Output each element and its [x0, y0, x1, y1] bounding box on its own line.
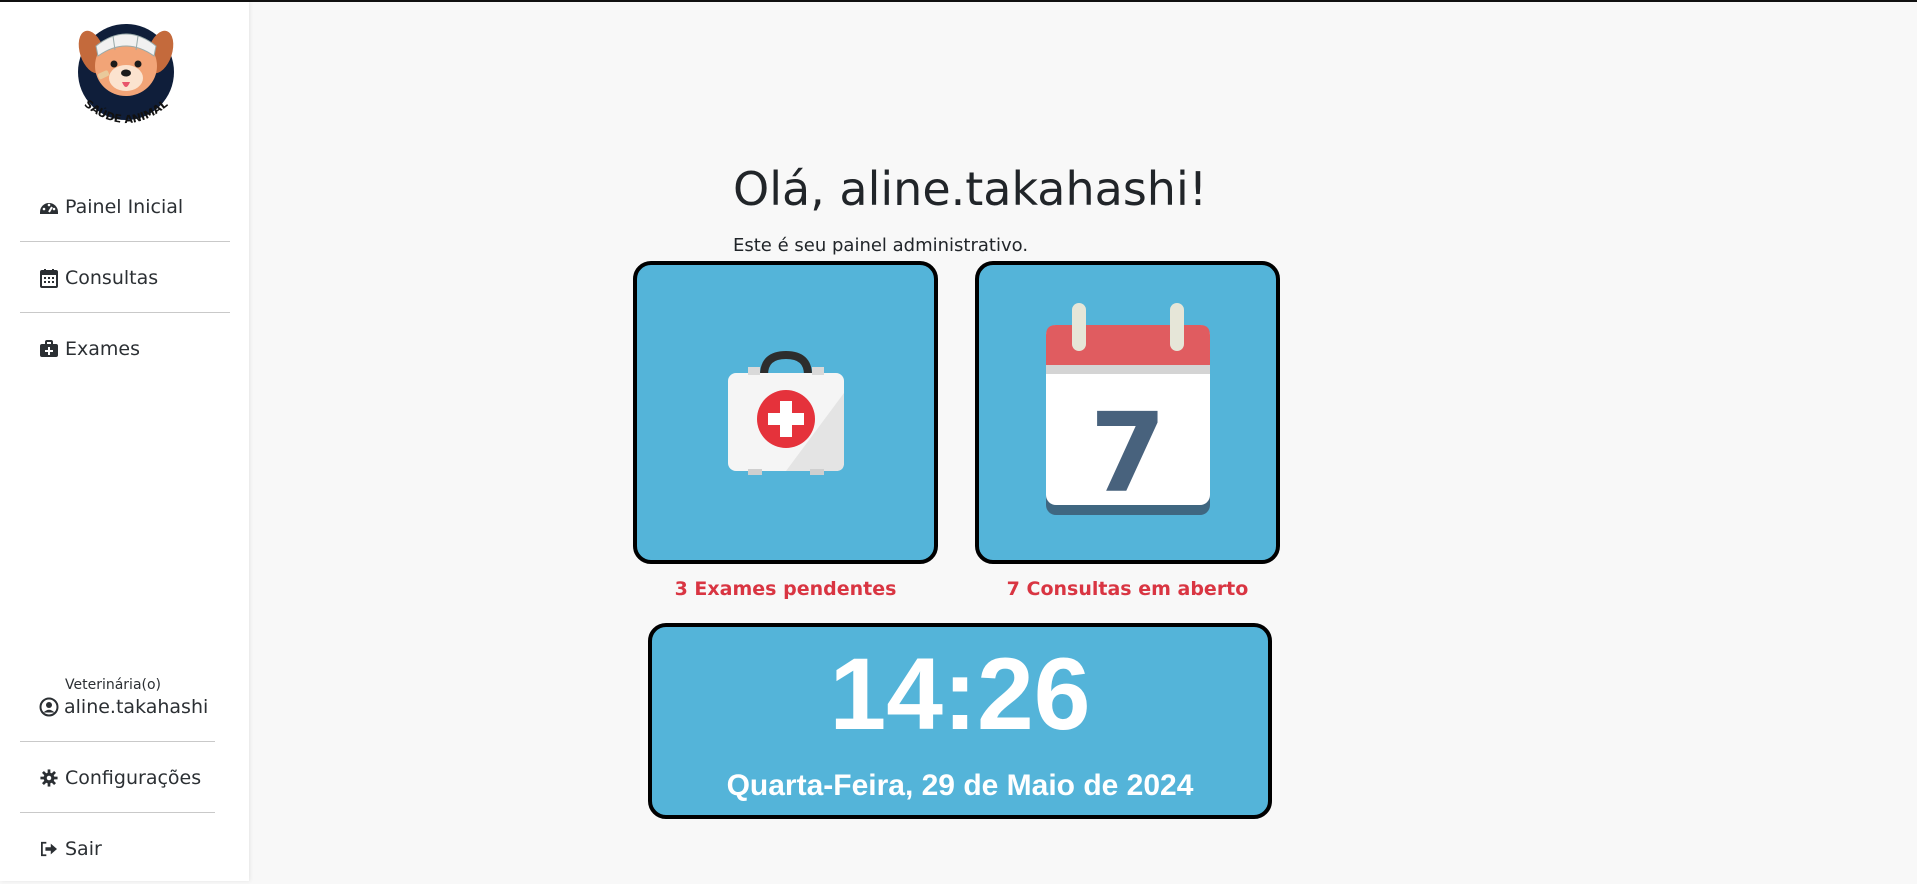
sidebar-item-label: Configurações	[65, 767, 202, 789]
divider	[20, 241, 230, 242]
divider	[20, 741, 215, 742]
clock-time: 14:26	[829, 637, 1091, 751]
user-circle-icon	[39, 697, 59, 717]
exames-card-label[interactable]: 3 Exames pendentes	[633, 578, 938, 600]
sidebar-item-label: Sair	[65, 838, 102, 860]
page-title: Olá, aline.takahashi!	[733, 162, 1208, 216]
dog-logo-icon: SAÚDE ANIMAL	[78, 24, 174, 126]
consultas-card-label[interactable]: 7 Consultas em aberto	[975, 578, 1280, 600]
dashboard-icon	[39, 197, 59, 217]
sidebar-item-label: Painel Inicial	[65, 196, 184, 218]
logo[interactable]: SAÚDE ANIMAL	[68, 12, 184, 138]
calendar-icon	[39, 268, 59, 288]
top-border	[0, 0, 1917, 2]
sign-out-icon	[39, 839, 59, 859]
divider	[20, 812, 215, 813]
sidebar-item-label: Exames	[65, 338, 140, 360]
calendar-day-number: 7	[1089, 389, 1166, 517]
clock-date: Quarta-Feira, 29 de Maio de 2024	[726, 769, 1194, 802]
sidebar: SAÚDE ANIMAL Painel Inicial Consultas Ex…	[0, 2, 249, 881]
exames-card[interactable]	[633, 261, 938, 564]
medkit-icon	[39, 339, 59, 359]
sidebar-item-painel-inicial[interactable]: Painel Inicial	[20, 172, 230, 242]
calendar-7-icon: 7	[1045, 302, 1210, 517]
sidebar-item-configuracoes[interactable]: Configurações	[20, 743, 215, 813]
user-name: aline.takahashi	[64, 696, 209, 718]
user-role: Veterinária(o)	[65, 677, 162, 693]
sidebar-item-sair[interactable]: Sair	[20, 814, 215, 884]
gear-icon	[39, 768, 59, 788]
clock-widget: 14:26 Quarta-Feira, 29 de Maio de 2024	[648, 623, 1272, 819]
page-subtitle: Este é seu painel administrativo.	[733, 235, 1029, 256]
sidebar-item-exames[interactable]: Exames	[20, 314, 230, 384]
user-profile[interactable]: aline.takahashi	[39, 696, 208, 718]
sidebar-item-label: Consultas	[65, 267, 159, 289]
first-aid-kit-icon	[727, 350, 844, 475]
divider	[20, 312, 230, 313]
consultas-card[interactable]: 7	[975, 261, 1280, 564]
sidebar-item-consultas[interactable]: Consultas	[20, 243, 230, 313]
